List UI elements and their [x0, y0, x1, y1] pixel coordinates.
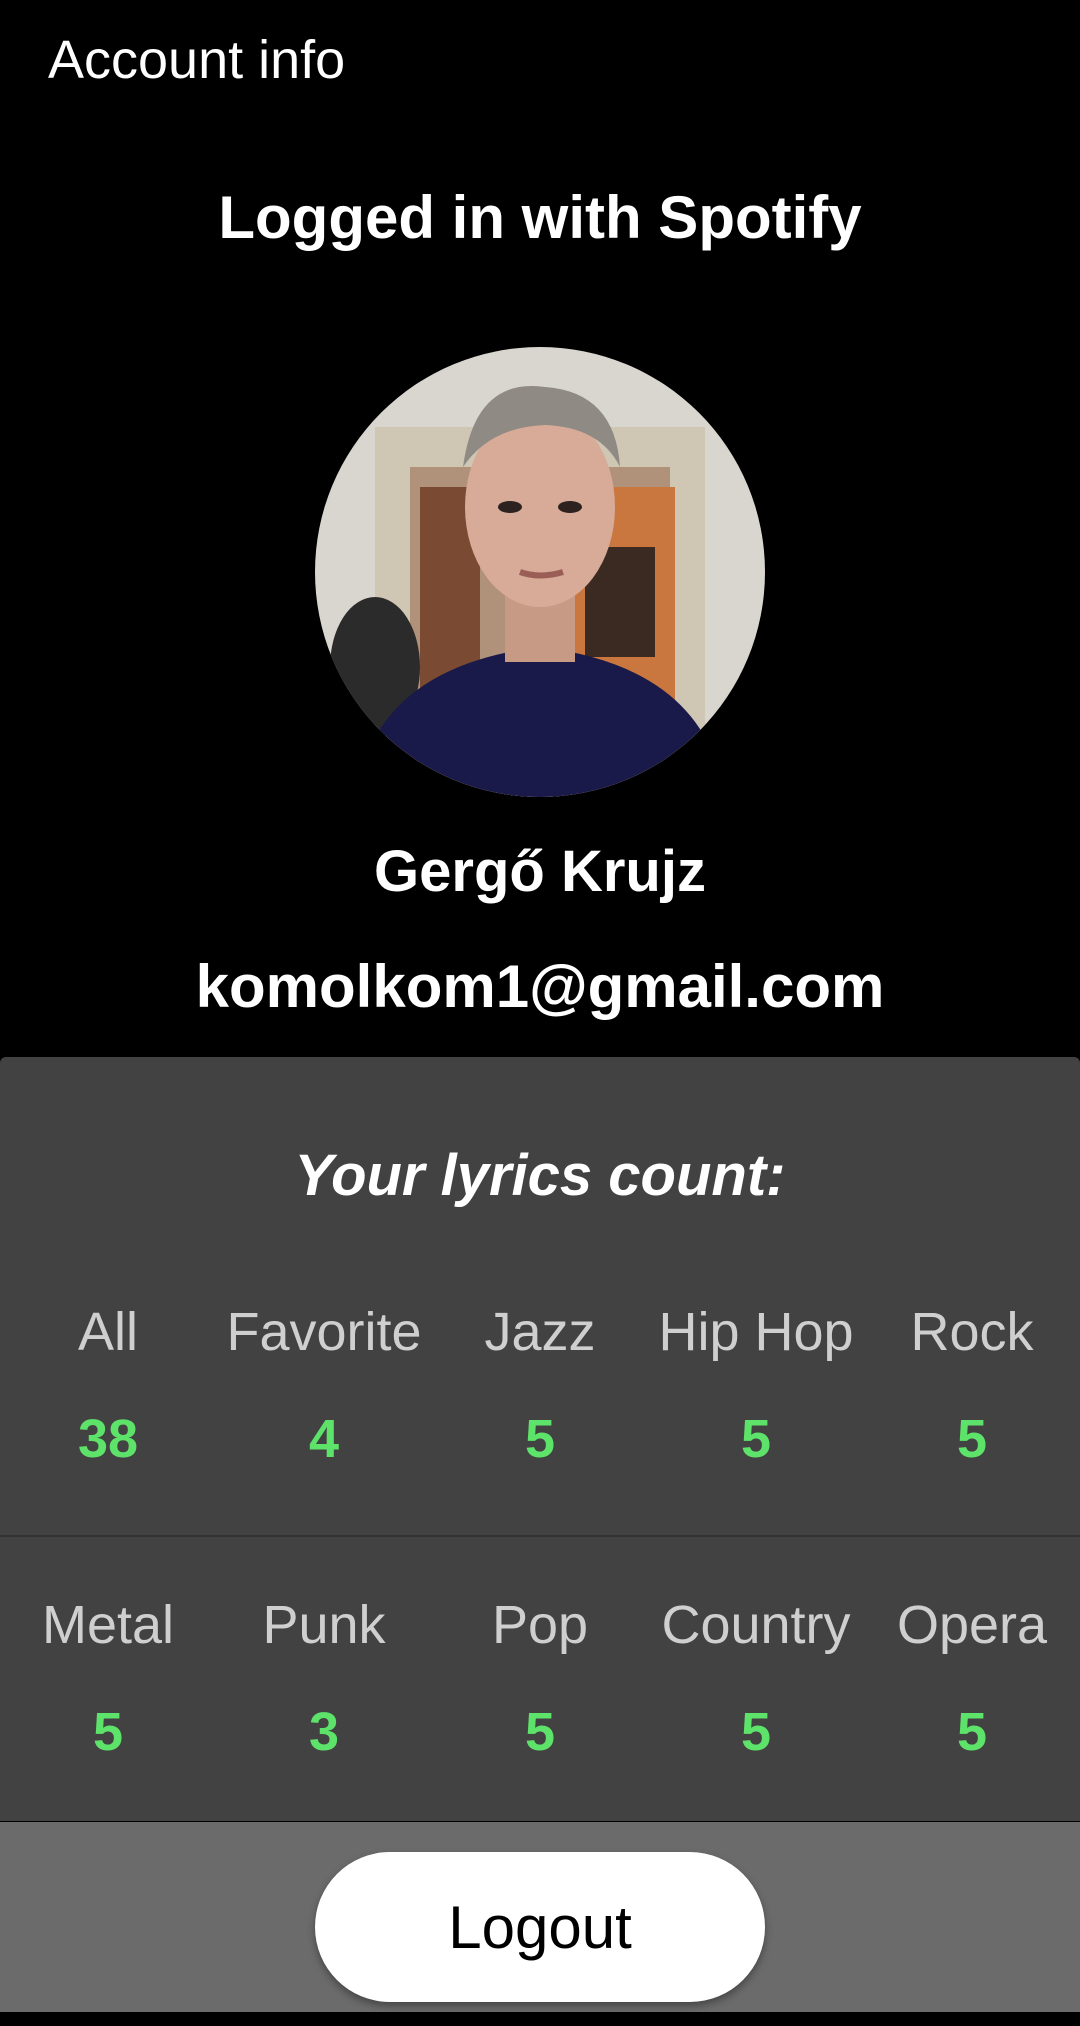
lyrics-count-title: Your lyrics count: [294, 1143, 786, 1208]
genre-label: Punk [262, 1595, 386, 1655]
genre-label: Pop [491, 1595, 589, 1655]
genre-count: 3 [308, 1702, 340, 1762]
genre-label: Favorite [226, 1302, 422, 1362]
genre-stat-hip-hop: Hip Hop 5 [648, 1295, 864, 1471]
genre-stat-punk: Punk 3 [216, 1588, 432, 1764]
genre-label: Jazz [484, 1302, 596, 1362]
genre-count: 5 [956, 1702, 988, 1762]
login-status-text: Logged in with Spotify [218, 184, 862, 251]
genre-stat-all: All 38 [0, 1295, 216, 1471]
genre-stat-favorite: Favorite 4 [216, 1295, 432, 1471]
genre-count: 38 [77, 1409, 139, 1469]
genre-stat-rock: Rock 5 [864, 1295, 1080, 1471]
genre-count: 5 [740, 1702, 772, 1762]
avatar [315, 347, 765, 797]
genre-count: 5 [524, 1702, 556, 1762]
profile-name: Gergő Krujz [374, 839, 706, 904]
genre-label: Country [661, 1595, 851, 1655]
genre-row-1: All 38 Favorite 4 Jazz 5 Hip Hop 5 Rock … [0, 1295, 1080, 1471]
genre-label: All [77, 1302, 138, 1362]
genre-row-2: Metal 5 Punk 3 Pop 5 Country 5 Opera 5 [0, 1588, 1080, 1764]
genre-count: 5 [92, 1702, 124, 1762]
genre-stat-country: Country 5 [648, 1588, 864, 1764]
profile-email: komolkom1@gmail.com [195, 953, 885, 1020]
genre-label: Opera [896, 1595, 1048, 1655]
genre-stat-jazz: Jazz 5 [432, 1295, 648, 1471]
genre-label: Rock [910, 1302, 1034, 1362]
logout-button[interactable]: Logout [315, 1852, 765, 2002]
genre-stat-metal: Metal 5 [0, 1588, 216, 1764]
genre-label: Metal [41, 1595, 175, 1655]
genre-count: 5 [740, 1409, 772, 1469]
genre-count: 5 [956, 1409, 988, 1469]
genre-label: Hip Hop [658, 1302, 854, 1362]
genre-stat-opera: Opera 5 [864, 1588, 1080, 1764]
genre-count: 4 [308, 1409, 340, 1469]
account-info-screen: Account info Logged in with Spotify Gerg… [0, 0, 1080, 2026]
genre-stat-pop: Pop 5 [432, 1588, 648, 1764]
genre-count: 5 [524, 1409, 556, 1469]
profile-photo [315, 347, 765, 797]
toolbar-title: Account info [48, 30, 346, 90]
